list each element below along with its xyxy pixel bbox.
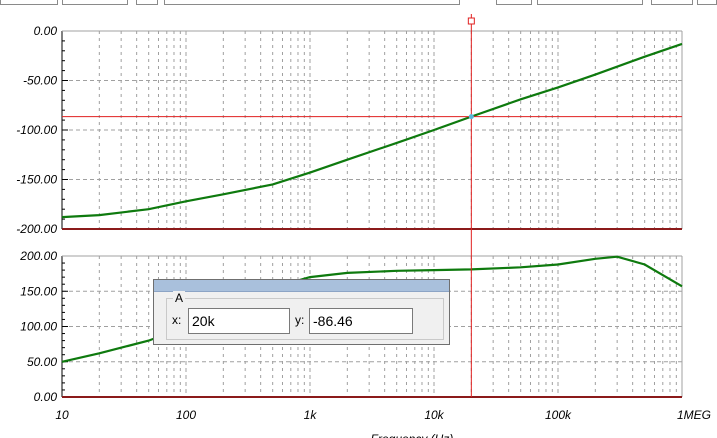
x-tick-label: 10k [424,408,444,422]
x-tick-label: 1k [304,408,318,422]
cursor-marker [468,114,474,120]
y-tick-label: -100.00 [16,123,57,137]
x-tick-label: 10 [55,408,69,422]
bode-plot: 0.00 -50.00 -100.00 -150.00 -200.00 200.00 150… [16,14,711,438]
y-tick-label: -50.00 [23,74,57,88]
cursor-window-titlebar[interactable] [154,280,449,292]
y-tick-label: 0.00 [34,24,58,38]
x-tick-label: 100 [176,408,196,422]
y-tick-label: 0.00 [34,390,58,404]
y-tick-label: -150.00 [16,173,57,187]
x-value-field[interactable]: 20k [188,308,290,334]
y-tick-label: 100.00 [20,320,57,334]
y-tick-label: 150.00 [20,284,57,298]
cursor-group-label: A [173,291,186,305]
y-tick-label: 50.00 [27,355,57,369]
y-tick-label: -200.00 [16,222,57,236]
cursor-group: A x: 20k y: -86.46 [166,291,444,340]
cursor-readout-window[interactable]: A x: 20k y: -86.46 [153,279,450,345]
y-field-label: y: [295,313,305,327]
x-axis-title: Frequency (Hz) [371,432,454,438]
y-tick-label: 200.00 [19,249,57,263]
cursor-handle [467,17,475,25]
y-value-field[interactable]: -86.46 [309,308,413,334]
x-field-label: x: [172,313,182,327]
x-tick-label: 1MEG [677,408,711,422]
x-tick-label: 100k [545,408,572,422]
